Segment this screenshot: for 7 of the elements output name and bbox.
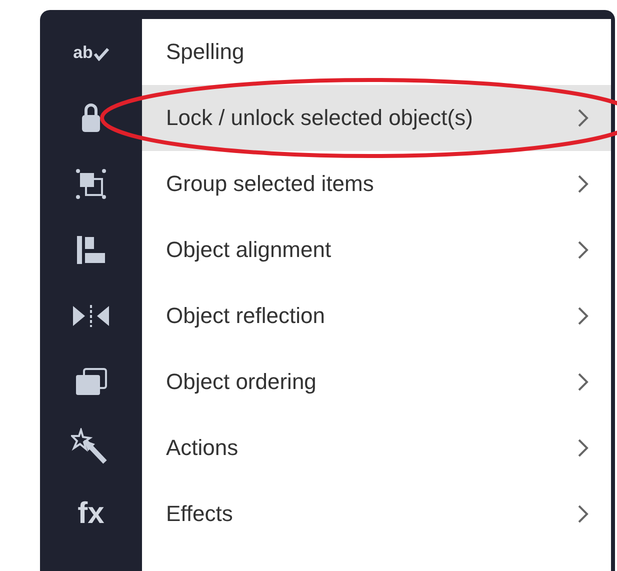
align-icon [74,233,108,267]
lock-icon [80,103,102,133]
reflect-icon [71,303,111,329]
layers-icon [74,367,108,397]
menu-item[interactable]: Lock / unlock selected object(s) [142,85,611,151]
fx-icon: fx [78,499,104,529]
group-icon [74,167,108,201]
